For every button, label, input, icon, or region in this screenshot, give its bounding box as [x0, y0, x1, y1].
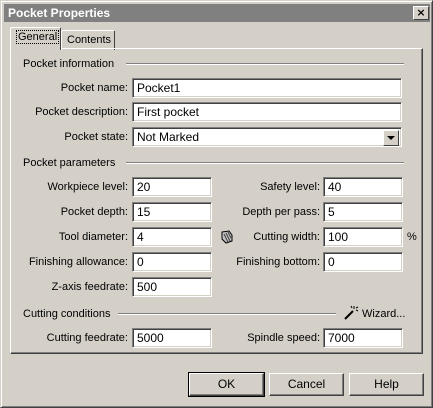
cutting-feedrate-label: Cutting feedrate: [46, 332, 128, 344]
pocket-properties-dialog: Pocket Properties × General Contents Poc… [0, 0, 433, 408]
pocket-state-select[interactable]: Not Marked [132, 127, 402, 147]
ok-button[interactable]: OK [188, 372, 265, 397]
pocket-information-heading: Pocket information [23, 57, 119, 71]
pocket-depth-label: Pocket depth: [60, 206, 128, 218]
cancel-button[interactable]: Cancel [269, 373, 344, 396]
cutting-feedrate-input[interactable]: 5000 [132, 328, 212, 348]
pocket-name-label: Pocket name: [60, 82, 128, 94]
help-button[interactable]: Help [349, 373, 424, 396]
section-divider [126, 162, 404, 164]
finishing-bottom-input[interactable]: 0 [323, 252, 403, 272]
finishing-allowance-input[interactable]: 0 [132, 252, 212, 272]
pocket-description-input[interactable]: First pocket [132, 102, 402, 122]
cutting-width-input[interactable]: 100 [323, 227, 403, 247]
pocket-parameters-heading: Pocket parameters [23, 156, 120, 170]
pocket-state-value: Not Marked [137, 130, 200, 144]
tab-contents-label: Contents [67, 34, 112, 46]
pocket-name-input[interactable]: Pocket1 [132, 78, 402, 98]
spindle-speed-label: Spindle speed: [247, 332, 320, 344]
safety-level-label: Safety level: [260, 181, 320, 193]
section-divider [126, 63, 404, 65]
tool-diameter-input[interactable]: 4 [132, 227, 212, 247]
cutting-conditions-heading: Cutting conditions [23, 307, 115, 321]
tab-contents[interactable]: Contents [61, 30, 115, 50]
wizard-link[interactable]: Wizard... [362, 307, 405, 321]
tab-general[interactable]: General [10, 27, 61, 50]
cutting-width-unit: % [407, 231, 417, 243]
safety-level-input[interactable]: 40 [323, 177, 403, 197]
wizard-wand-icon[interactable] [343, 305, 359, 321]
tool-diameter-label: Tool diameter: [58, 231, 128, 243]
pocket-description-label: Pocket description: [35, 106, 128, 118]
close-button[interactable]: × [413, 6, 429, 20]
depth-per-pass-label: Depth per pass: [242, 206, 320, 218]
workpiece-level-label: Workpiece level: [47, 181, 129, 193]
z-axis-feedrate-input[interactable]: 500 [132, 277, 212, 297]
section-divider [118, 313, 336, 315]
tab-general-label: General [16, 30, 60, 44]
depth-per-pass-input[interactable]: 5 [323, 202, 403, 222]
cutting-width-label: Cutting width: [253, 231, 320, 243]
pocket-state-label: Pocket state: [64, 131, 128, 143]
pocket-depth-input[interactable]: 15 [132, 202, 212, 222]
finishing-allowance-label: Finishing allowance: [28, 256, 128, 268]
title-bar[interactable]: Pocket Properties × [4, 4, 430, 22]
z-axis-feedrate-label: Z-axis feedrate: [51, 281, 128, 293]
finishing-bottom-label: Finishing bottom: [236, 256, 320, 268]
spindle-speed-input[interactable]: 7000 [323, 328, 403, 348]
dropdown-button[interactable] [383, 130, 399, 146]
window-title: Pocket Properties [8, 6, 111, 20]
chevron-down-icon [387, 136, 395, 140]
workpiece-level-input[interactable]: 20 [132, 177, 212, 197]
